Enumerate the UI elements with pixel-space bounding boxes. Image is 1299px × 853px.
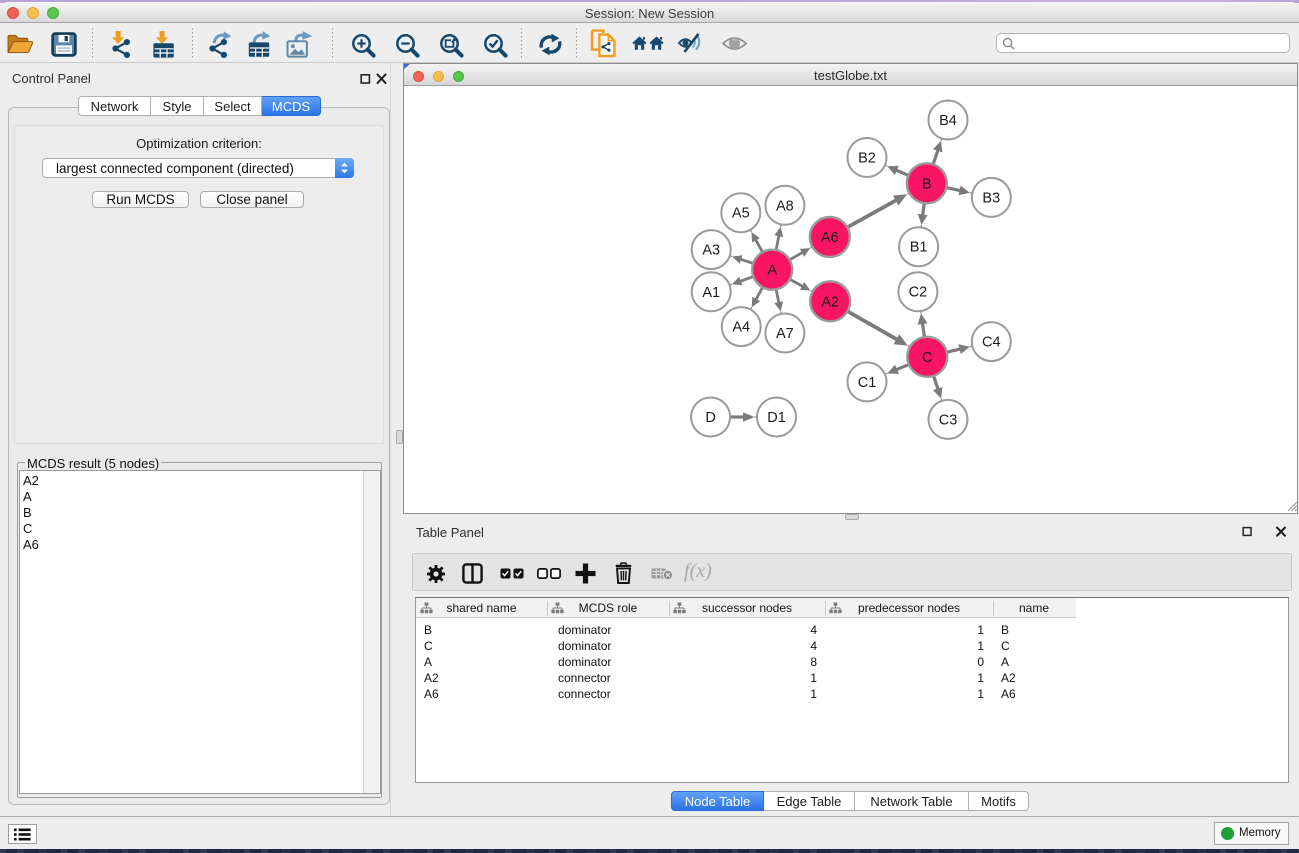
svg-text:A5: A5 (732, 206, 750, 222)
svg-text:A8: A8 (776, 198, 794, 214)
svg-text:C: C (922, 350, 932, 366)
svg-text:C4: C4 (982, 335, 1001, 351)
svg-text:B1: B1 (910, 240, 928, 256)
svg-text:C2: C2 (909, 285, 928, 301)
svg-text:A6: A6 (821, 230, 839, 246)
svg-text:A: A (767, 263, 777, 279)
svg-text:A1: A1 (702, 285, 720, 301)
svg-text:C1: C1 (858, 375, 877, 391)
svg-text:B3: B3 (982, 190, 1000, 206)
svg-text:C3: C3 (939, 412, 958, 428)
svg-text:A7: A7 (776, 326, 794, 342)
svg-text:D1: D1 (767, 410, 786, 426)
svg-text:A4: A4 (732, 320, 750, 336)
svg-text:B4: B4 (939, 113, 957, 129)
svg-text:B2: B2 (858, 151, 876, 167)
svg-text:B: B (922, 176, 932, 192)
svg-text:D: D (705, 410, 715, 426)
svg-text:A2: A2 (821, 294, 839, 310)
svg-text:A3: A3 (702, 243, 720, 259)
